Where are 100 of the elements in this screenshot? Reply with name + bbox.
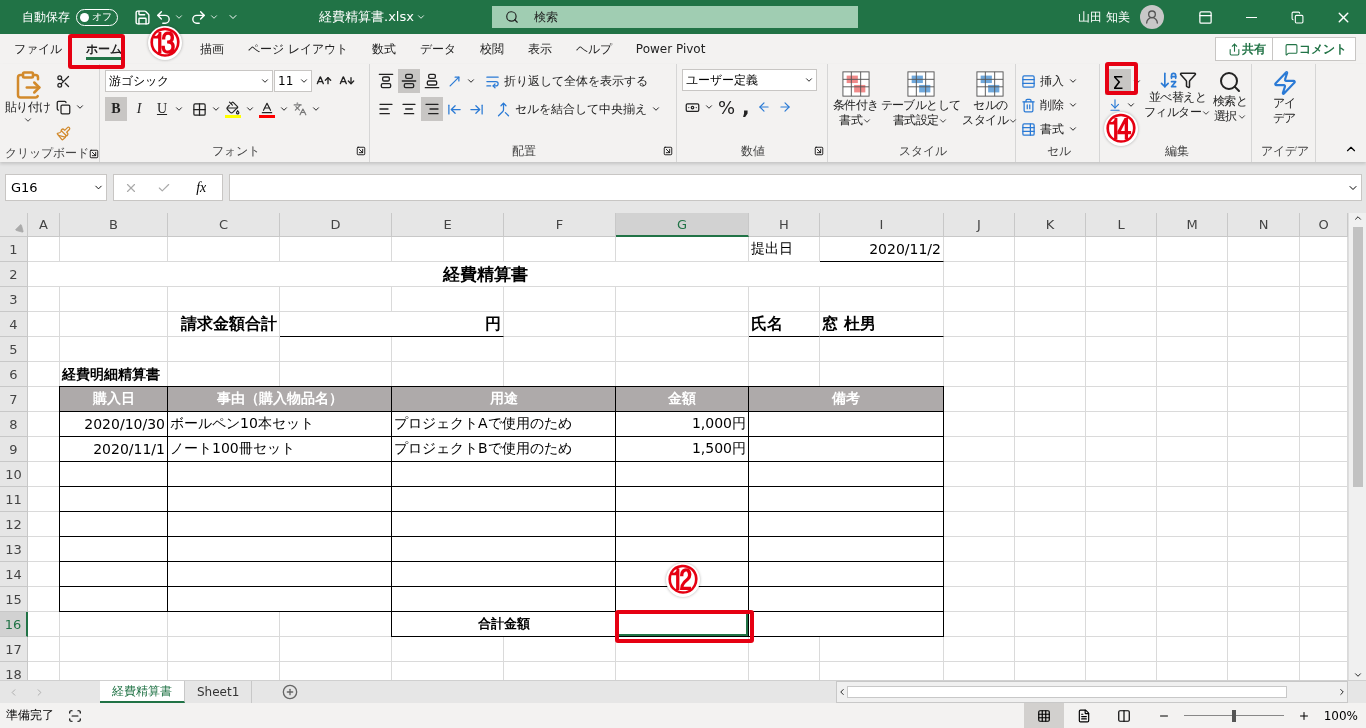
ribbon-tab[interactable]: ホーム xyxy=(74,34,134,64)
ribbon-tab[interactable]: 校閲 xyxy=(467,34,516,64)
table-header: 備考 xyxy=(749,386,944,412)
row-header[interactable]: 10 xyxy=(0,462,28,487)
style-gallery-button[interactable]: セルの スタイル xyxy=(962,69,1019,140)
caret-icon[interactable] xyxy=(209,12,219,22)
zoom-in-icon[interactable] xyxy=(1297,709,1310,722)
merge-icon xyxy=(496,101,511,117)
ribbon-tab[interactable]: 表示 xyxy=(515,34,564,64)
column-header[interactable]: K xyxy=(1015,213,1086,237)
row-header[interactable]: 8 xyxy=(0,412,28,437)
caret-icon xyxy=(704,102,714,112)
insert-function-button[interactable]: fx xyxy=(190,178,213,197)
column-header[interactable]: A xyxy=(28,213,60,237)
number-format-select[interactable]: ユーザー定義 xyxy=(682,69,817,91)
row-header[interactable]: 7 xyxy=(0,387,28,412)
style-button[interactable]: I xyxy=(128,97,150,121)
scroll-down-icon[interactable] xyxy=(1352,670,1363,680)
launcher-icon[interactable] xyxy=(356,146,366,156)
row-header[interactable]: 17 xyxy=(0,637,28,662)
size-select[interactable]: 11 xyxy=(274,70,312,92)
row-header[interactable]: 3 xyxy=(0,287,28,312)
scroll-right-icon[interactable] xyxy=(1337,687,1347,697)
launcher-icon[interactable] xyxy=(814,146,824,156)
row-header[interactable]: 2 xyxy=(0,262,28,287)
row-header[interactable]: 16 xyxy=(0,612,28,637)
row-header[interactable]: 5 xyxy=(0,337,28,362)
font-select[interactable]: 游ゴシック xyxy=(105,70,273,92)
ideas-button[interactable]: アイ デア xyxy=(1271,69,1298,140)
row-header[interactable]: 4 xyxy=(0,312,28,337)
column-header[interactable]: C xyxy=(168,213,280,237)
column-header[interactable]: L xyxy=(1086,213,1157,237)
row-header[interactable]: 18 xyxy=(0,662,28,680)
find-select-button[interactable]: 検索と 選択 xyxy=(1213,69,1248,140)
column-header[interactable]: G xyxy=(616,213,749,237)
caret-icon[interactable] xyxy=(174,12,184,22)
cells-button[interactable]: 書式 xyxy=(1037,117,1067,141)
style-button[interactable]: B xyxy=(105,97,127,121)
style-button[interactable]: U xyxy=(151,97,173,121)
share-button[interactable]: 共有 xyxy=(1215,37,1275,61)
merge-button[interactable]: セルを結合して中央揃え xyxy=(512,97,650,121)
cells-button[interactable]: 削除 xyxy=(1037,93,1067,117)
row-header[interactable]: 15 xyxy=(0,587,28,612)
ribbon-tab[interactable]: ヘルプ xyxy=(563,34,624,64)
ribbon-tab[interactable]: ファイル xyxy=(2,34,74,64)
highlight-frame xyxy=(1105,62,1138,95)
row-header[interactable]: 11 xyxy=(0,487,28,512)
avatar-icon[interactable] xyxy=(1140,5,1164,29)
column-header[interactable]: H xyxy=(749,213,820,237)
column-header[interactable]: I xyxy=(820,213,944,237)
vertical-scrollbar[interactable] xyxy=(1348,213,1366,680)
save-button[interactable] xyxy=(132,7,153,27)
style-gallery-button[interactable]: テーブルとして 書式設定 xyxy=(880,69,961,140)
ribbon-tab[interactable]: Power Pivot xyxy=(623,34,718,64)
caret-icon xyxy=(211,104,221,114)
paste-button[interactable]: 貼り付け xyxy=(5,69,51,145)
row-header[interactable]: 9 xyxy=(0,437,28,462)
launcher-icon[interactable] xyxy=(663,146,673,156)
macro-record-icon[interactable] xyxy=(68,708,82,723)
ribbon-tab[interactable]: ページ レイアウト xyxy=(236,34,360,64)
align-icon xyxy=(401,73,417,89)
wrap-text-button[interactable]: 折り返して全体を表示する xyxy=(501,69,651,93)
column-header[interactable]: J xyxy=(944,213,1015,237)
caret-icon xyxy=(22,115,33,125)
column-header[interactable]: M xyxy=(1157,213,1228,237)
filename-button[interactable]: 経費精算書.xlsx xyxy=(317,7,416,27)
ribbon-tab[interactable]: 数式 xyxy=(359,34,408,64)
row-header[interactable]: 13 xyxy=(0,537,28,562)
sheet-tab[interactable]: 経費精算書 xyxy=(100,681,185,703)
search-icon xyxy=(1218,70,1243,94)
group-label: アイデア xyxy=(1260,142,1309,160)
horizontal-align-button[interactable] xyxy=(421,97,443,121)
vertical-align-button[interactable] xyxy=(398,69,420,93)
row-header[interactable]: 12 xyxy=(0,512,28,537)
search-field[interactable]: 検索 xyxy=(531,6,858,28)
section-title: 経費明細精算書 xyxy=(60,364,161,384)
column-header[interactable]: B xyxy=(60,213,168,237)
column-header[interactable]: O xyxy=(1300,213,1348,237)
ribbon-tab[interactable]: データ xyxy=(407,34,468,64)
percent-button[interactable]: % xyxy=(715,95,739,119)
group-label: スタイル xyxy=(898,142,947,160)
scroll-left-icon[interactable] xyxy=(837,687,847,697)
autosave-label: 自動保存 xyxy=(22,8,70,26)
row-header[interactable]: 1 xyxy=(0,237,28,262)
sort-filter-button[interactable]: 並べ替えと フィルター xyxy=(1144,69,1211,140)
column-header[interactable]: D xyxy=(280,213,392,237)
column-header[interactable]: N xyxy=(1228,213,1300,237)
cells-button[interactable]: 挿入 xyxy=(1037,69,1067,93)
column-header[interactable]: F xyxy=(504,213,616,237)
row-header[interactable]: 14 xyxy=(0,562,28,587)
launcher-icon[interactable] xyxy=(89,148,99,159)
comment-button[interactable]: コメント xyxy=(1272,37,1356,61)
column-header[interactable]: E xyxy=(392,213,504,237)
horizontal-scrollbar[interactable] xyxy=(836,681,1348,703)
ribbon-tab[interactable]: 描画 xyxy=(188,34,236,64)
style-gallery-button[interactable]: 条件付き 書式 xyxy=(833,69,879,140)
scroll-up-icon[interactable] xyxy=(1352,213,1363,223)
comma-button[interactable]: , xyxy=(739,95,753,119)
normal-view-button[interactable] xyxy=(1023,703,1064,728)
row-header[interactable]: 6 xyxy=(0,362,28,387)
